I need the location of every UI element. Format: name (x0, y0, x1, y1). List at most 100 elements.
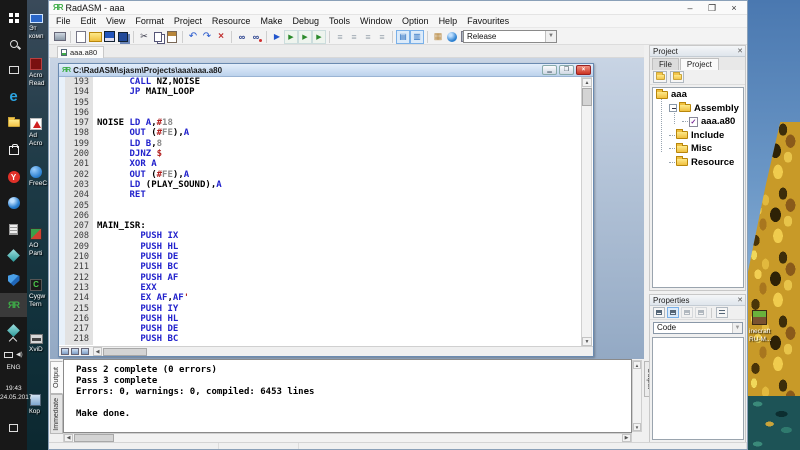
desktop-icon-aomei[interactable]: AOParti (29, 228, 48, 258)
dock-layout-button-2[interactable] (667, 307, 679, 318)
action-center-icon[interactable] (9, 424, 18, 432)
code-text[interactable]: JP MAIN_LOOP (93, 87, 195, 97)
search-icon[interactable] (0, 32, 27, 56)
code-text[interactable]: LD B,8 (93, 139, 162, 149)
properties-content[interactable] (652, 337, 744, 440)
tree-item-include[interactable]: Include (653, 129, 743, 143)
scroll-up-icon[interactable]: ▲ (633, 361, 641, 369)
code-text[interactable]: PUSH IX (93, 231, 178, 241)
code-text[interactable]: PUSH AF (93, 273, 178, 283)
viewer-3d-icon[interactable] (0, 243, 27, 267)
code-text[interactable] (93, 98, 97, 108)
project-pane-tab-project[interactable]: Project (680, 58, 719, 70)
store-icon[interactable] (0, 138, 27, 162)
find-button[interactable]: ∞ (235, 30, 249, 44)
menu-item-option[interactable]: Option (397, 16, 434, 26)
output-vertical-scrollbar[interactable]: ▲ ▼ (632, 360, 642, 432)
toggle-project-pane-button[interactable]: ▤ (396, 30, 410, 44)
close-icon[interactable]: ✕ (737, 47, 743, 55)
code-text[interactable]: PUSH DE (93, 252, 178, 262)
code-text[interactable]: RET (93, 190, 146, 200)
code-text[interactable]: CALL NZ,NOISE (93, 77, 200, 87)
code-text[interactable] (93, 211, 97, 221)
indent-2-button[interactable]: ≡ (347, 30, 361, 44)
desktop-icon-adobe[interactable]: AdAcro (29, 118, 48, 148)
editor-hscroll-thumb[interactable] (103, 348, 147, 356)
code-text[interactable]: PUSH BC (93, 262, 178, 272)
code-text[interactable]: EXX (93, 283, 157, 293)
output-console[interactable]: Pass 2 complete (0 errors)Pass 3 complet… (63, 359, 632, 433)
dock-layout-button[interactable] (653, 307, 665, 318)
network-icon[interactable] (4, 352, 13, 358)
close-icon[interactable]: ✕ (737, 296, 743, 304)
menu-item-help[interactable]: Help (434, 16, 463, 26)
clock-date[interactable]: 24.05.2017 (0, 394, 27, 402)
menu-item-favourites[interactable]: Favourites (462, 16, 514, 26)
menu-item-debug[interactable]: Debug (287, 16, 324, 26)
expand-tree-button[interactable] (670, 71, 684, 83)
chevron-down-icon[interactable]: ▼ (732, 323, 742, 333)
cut-button[interactable]: ✂ (137, 30, 151, 44)
tree-item-resource[interactable]: Resource (653, 156, 743, 170)
print-button[interactable] (53, 30, 67, 44)
templates-button[interactable]: ▦ (431, 30, 445, 44)
tree-item-misc[interactable]: Misc (653, 142, 743, 156)
undo-button[interactable]: ↶ (186, 30, 200, 44)
chevron-down-icon[interactable]: ▼ (545, 31, 556, 42)
open-file-button[interactable] (88, 30, 102, 44)
build-config-select[interactable]: Release ▼ (463, 30, 557, 43)
desktop-icon-pc[interactable]: Эткомп (29, 14, 48, 41)
disabled-layout-button-2[interactable] (695, 307, 707, 318)
toggle-output-pane-button[interactable]: ▥ (410, 30, 424, 44)
tree-item-aaa[interactable]: aaa (653, 88, 743, 102)
properties-category-select[interactable]: Code ▼ (653, 322, 743, 334)
indent-1-button[interactable]: ≡ (333, 30, 347, 44)
code-text[interactable] (93, 108, 97, 118)
paste-button[interactable] (165, 30, 179, 44)
run-button[interactable]: ▶ (270, 30, 284, 44)
scroll-down-icon[interactable]: ▼ (633, 423, 641, 431)
yandex-icon[interactable]: Y (0, 165, 27, 189)
minecraft-desktop-icon[interactable] (752, 310, 767, 325)
code-text[interactable]: MAIN_ISR: (93, 221, 146, 231)
output-tab-output[interactable]: Output (50, 361, 63, 394)
code-text[interactable] (93, 201, 97, 211)
menu-item-edit[interactable]: Edit (76, 16, 102, 26)
output-tab-immediate[interactable]: Immediate (50, 394, 63, 434)
code-text[interactable]: XOR A (93, 159, 157, 169)
code-text[interactable]: DJNZ $ (93, 149, 162, 159)
copy-button[interactable] (151, 30, 165, 44)
link-button[interactable]: ▶ (298, 30, 312, 44)
code-text[interactable]: LD (PLAY_SOUND),A (93, 180, 222, 190)
save-button[interactable] (102, 30, 116, 44)
menu-item-resource[interactable]: Resource (207, 16, 256, 26)
code-text[interactable]: OUT (#FE),A (93, 170, 189, 180)
code-text[interactable]: OUT (#FE),A (93, 128, 189, 138)
sort-button[interactable] (716, 307, 728, 318)
minimize-button[interactable]: – (679, 1, 701, 15)
explorer-icon[interactable] (0, 111, 27, 135)
save-all-button[interactable] (116, 30, 130, 44)
volume-icon[interactable]: ◀) (16, 351, 23, 358)
tree-item-aaa-a80[interactable]: aaa.a80 (653, 115, 743, 129)
editor-vscroll-thumb[interactable] (582, 88, 592, 106)
notes-icon[interactable] (0, 217, 27, 241)
maximize-button[interactable]: ❐ (701, 1, 723, 15)
menu-item-make[interactable]: Make (255, 16, 287, 26)
desktop-icon-freec[interactable]: FreeC (29, 166, 48, 188)
output-hscroll-thumb[interactable] (74, 434, 114, 442)
menu-item-view[interactable]: View (101, 16, 130, 26)
build-button[interactable]: ▶ (312, 30, 326, 44)
viewer-3d-2-icon[interactable] (0, 318, 27, 342)
indent-4-button[interactable]: ≡ (375, 30, 389, 44)
editor-vertical-scrollbar[interactable]: ▲ ▼ (581, 77, 592, 347)
replace-button[interactable]: ∞ (249, 30, 263, 44)
editor-split-icon[interactable] (71, 348, 79, 355)
code-text[interactable]: PUSH HL (93, 242, 178, 252)
doc-minimize-button[interactable]: ▁ (542, 65, 557, 75)
indent-3-button[interactable]: ≡ (361, 30, 375, 44)
desktop-icon-cygwin[interactable]: CCygwTern (29, 279, 48, 309)
collapse-tree-button[interactable] (653, 71, 667, 83)
edge-icon[interactable]: e (0, 84, 27, 108)
web-help-button[interactable] (445, 30, 459, 44)
